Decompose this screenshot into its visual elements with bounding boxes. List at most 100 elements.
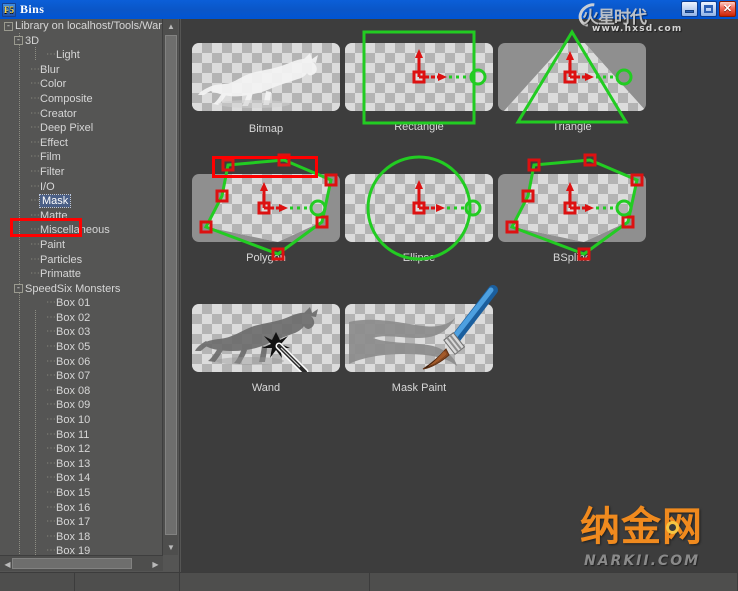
- tree-branch-icon: ⋯: [30, 253, 40, 265]
- tree-item-3d[interactable]: -3D: [0, 34, 163, 49]
- tree-vscroll-thumb[interactable]: [165, 35, 177, 535]
- tree-branch-icon: ⋯: [46, 297, 56, 309]
- library-tree-panel: - Library on localhost/Tools/Warp/T -3D ⋯Li…: [0, 19, 180, 572]
- tree-item-label: Primatte: [40, 268, 81, 281]
- tree-item-box-19[interactable]: ⋯Box 19: [0, 544, 163, 555]
- tool-label-wrap: Polygon: [181, 252, 351, 264]
- tree-branch-icon: ⋯: [46, 501, 56, 513]
- tree-item-miscellaneous[interactable]: ⋯Miscellaneous: [0, 223, 163, 238]
- tree-item-box-05[interactable]: ⋯Box 05: [0, 340, 163, 355]
- tree-branch-icon: ⋯: [30, 78, 40, 90]
- bin-content-panel: Bitmap Rectangle Triangle Polygon Ellips…: [181, 19, 738, 572]
- minimize-button[interactable]: [681, 1, 698, 17]
- scroll-right-arrow[interactable]: ▶: [148, 556, 163, 572]
- tree-branch-icon: ⋯: [30, 122, 40, 134]
- tree-item-label: Film: [40, 151, 61, 164]
- tree-item-effect[interactable]: ⋯Effect: [0, 136, 163, 151]
- tree-item-paint[interactable]: ⋯Paint: [0, 238, 163, 253]
- tree-item-label: 3D: [25, 34, 40, 47]
- window-controls: ✕: [681, 1, 736, 17]
- tree-branch-icon: ⋯: [30, 63, 40, 75]
- scroll-down-arrow[interactable]: ▼: [163, 540, 179, 555]
- tool-item-mask-paint[interactable]: Mask Paint: [334, 285, 504, 394]
- tree-item-box-10[interactable]: ⋯Box 10: [0, 413, 163, 428]
- tree-vertical-scrollbar[interactable]: ▲ ▼: [162, 19, 178, 555]
- tree-item-matte[interactable]: ⋯Matte: [0, 209, 163, 224]
- tree-item-label: Box 01: [56, 297, 91, 310]
- tree-item-color[interactable]: ⋯Color: [0, 77, 163, 92]
- tree-hscroll-thumb[interactable]: [12, 558, 132, 569]
- tree-item-box-16[interactable]: ⋯Box 16: [0, 501, 163, 516]
- tree-item-library-on-localhost-tools-warp-t[interactable]: - Library on localhost/Tools/Warp/T: [0, 19, 163, 34]
- tree-item-creator[interactable]: ⋯Creator: [0, 107, 163, 122]
- tool-item-bitmap[interactable]: Bitmap: [181, 43, 351, 137]
- tree-item-box-09[interactable]: ⋯Box 09: [0, 398, 163, 413]
- tree-item-i-o[interactable]: ⋯I/O: [0, 180, 163, 195]
- tree-item-box-02[interactable]: ⋯Box 02: [0, 311, 163, 326]
- status-cell-3: [180, 573, 370, 591]
- tree-item-speedsix-monsters[interactable]: - SpeedSix Monsters: [0, 282, 163, 297]
- tree-item-box-07[interactable]: ⋯Box 07: [0, 369, 163, 384]
- bins-window: F5 Bins ✕ 火星时代 www.hxsd.com - Library on …: [0, 0, 738, 591]
- rectangle-mask-thumbnail: [345, 30, 493, 125]
- tree-item-box-01[interactable]: ⋯Box 01: [0, 296, 163, 311]
- tool-item-rectangle[interactable]: Rectangle: [334, 30, 504, 133]
- tree-item-box-12[interactable]: ⋯Box 12: [0, 442, 163, 457]
- tree-item-label: Matte: [40, 209, 68, 222]
- tree-item-label: Particles: [40, 253, 83, 266]
- rectangle-mask-overlay-icon: [362, 30, 487, 125]
- tree-item-box-18[interactable]: ⋯Box 18: [0, 530, 163, 545]
- tree-branch-icon: ⋯: [46, 399, 56, 411]
- tree-item-primatte[interactable]: ⋯Primatte: [0, 267, 163, 282]
- mask-paint-thumbnail: [345, 285, 498, 372]
- tree-item-box-13[interactable]: ⋯Box 13: [0, 457, 163, 472]
- tree-item-box-11[interactable]: ⋯Box 11: [0, 428, 163, 443]
- tool-label: Bitmap: [248, 123, 284, 135]
- tree-branch-icon: ⋯: [30, 195, 40, 207]
- tool-item-wand[interactable]: Wand: [181, 304, 351, 394]
- tool-label: Mask Paint: [391, 382, 447, 394]
- tree-horizontal-scrollbar[interactable]: ◀ ▶: [0, 555, 163, 571]
- tree-item-box-08[interactable]: ⋯Box 08: [0, 384, 163, 399]
- close-button[interactable]: ✕: [719, 1, 736, 17]
- tree-item-label: Box 12: [56, 443, 91, 456]
- tree-item-box-17[interactable]: ⋯Box 17: [0, 515, 163, 530]
- tree-expander-icon[interactable]: -: [14, 284, 23, 294]
- tree-branch-icon: ⋯: [46, 428, 56, 440]
- tool-item-triangle[interactable]: Triangle: [487, 29, 657, 133]
- tree-item-label: Box 10: [56, 414, 91, 427]
- horse-silhouette-icon: [198, 53, 318, 108]
- tree-expander-icon[interactable]: -: [4, 21, 13, 31]
- paintbrush-icon: [422, 285, 498, 370]
- tree-item-light[interactable]: ⋯Light: [0, 48, 163, 63]
- tree-item-deep-pixel[interactable]: ⋯Deep Pixel: [0, 121, 163, 136]
- tree-item-film[interactable]: ⋯Film: [0, 150, 163, 165]
- tree-item-label: Composite: [40, 92, 93, 105]
- tree-item-composite[interactable]: ⋯Composite: [0, 92, 163, 107]
- tool-item-bspline[interactable]: BSpline: [487, 153, 657, 264]
- status-cell-4: [370, 573, 738, 591]
- tree-item-blur[interactable]: ⋯Blur: [0, 63, 163, 78]
- maximize-button[interactable]: [700, 1, 717, 17]
- tree-item-particles[interactable]: ⋯Particles: [0, 253, 163, 268]
- tree-item-mask[interactable]: ⋯ Mask: [0, 194, 163, 209]
- tree-item-label: Creator: [40, 107, 77, 120]
- tree-branch-icon: ⋯: [30, 107, 40, 119]
- tree-expander-icon[interactable]: -: [14, 36, 23, 46]
- scroll-up-arrow[interactable]: ▲: [163, 19, 179, 34]
- tree-branch-icon: ⋯: [30, 268, 40, 280]
- tool-item-polygon[interactable]: Polygon: [181, 153, 351, 264]
- tree-item-filter[interactable]: ⋯Filter: [0, 165, 163, 180]
- tree-item-box-15[interactable]: ⋯Box 15: [0, 486, 163, 501]
- tree-item-box-03[interactable]: ⋯Box 03: [0, 325, 163, 340]
- tree-item-label: Mask: [38, 194, 72, 209]
- tree-branch-icon: ⋯: [46, 326, 56, 338]
- tree-item-box-06[interactable]: ⋯Box 06: [0, 355, 163, 370]
- tree-branch-icon: ⋯: [30, 224, 40, 236]
- tool-item-ellipse[interactable]: Ellipse: [334, 155, 504, 264]
- tree-item-box-14[interactable]: ⋯Box 14: [0, 471, 163, 486]
- wand-thumbnail: [192, 304, 340, 372]
- tool-label: Wand: [251, 382, 281, 394]
- library-tree[interactable]: - Library on localhost/Tools/Warp/T -3D ⋯Li…: [0, 19, 163, 555]
- tree-branch-icon: ⋯: [46, 49, 56, 61]
